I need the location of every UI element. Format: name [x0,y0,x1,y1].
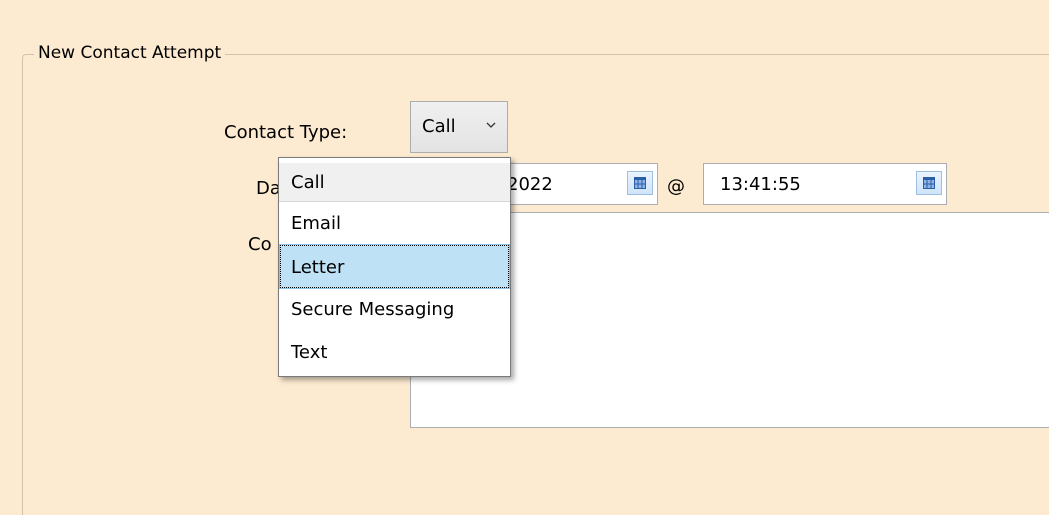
dropdown-option-call[interactable]: Call [279,163,510,202]
dropdown-option-text[interactable]: Text [279,331,510,374]
dropdown-option-email[interactable]: Email [279,202,510,245]
comments-label: Co [248,234,272,255]
calendar-icon [634,177,646,189]
group-title: New Contact Attempt [34,42,226,64]
dropdown-option-secure-messaging[interactable]: Secure Messaging [279,288,510,331]
at-sign: @ [667,176,685,197]
contact-type-value: Call [422,116,456,137]
contact-type-dropdown-list: Call Email Letter Secure Messaging Text [278,157,511,377]
contact-type-label: Contact Type: [224,122,348,143]
date-value: 2022 [507,174,553,195]
date-calendar-button[interactable] [627,171,653,195]
time-picker-button[interactable] [916,171,942,195]
contact-type-combo[interactable]: Call [410,101,508,153]
chevron-down-icon [484,117,498,131]
time-value: 13:41:55 [720,174,801,195]
calendar-icon [923,177,935,189]
dropdown-option-letter[interactable]: Letter [279,244,510,289]
time-input[interactable]: 13:41:55 [703,163,947,205]
